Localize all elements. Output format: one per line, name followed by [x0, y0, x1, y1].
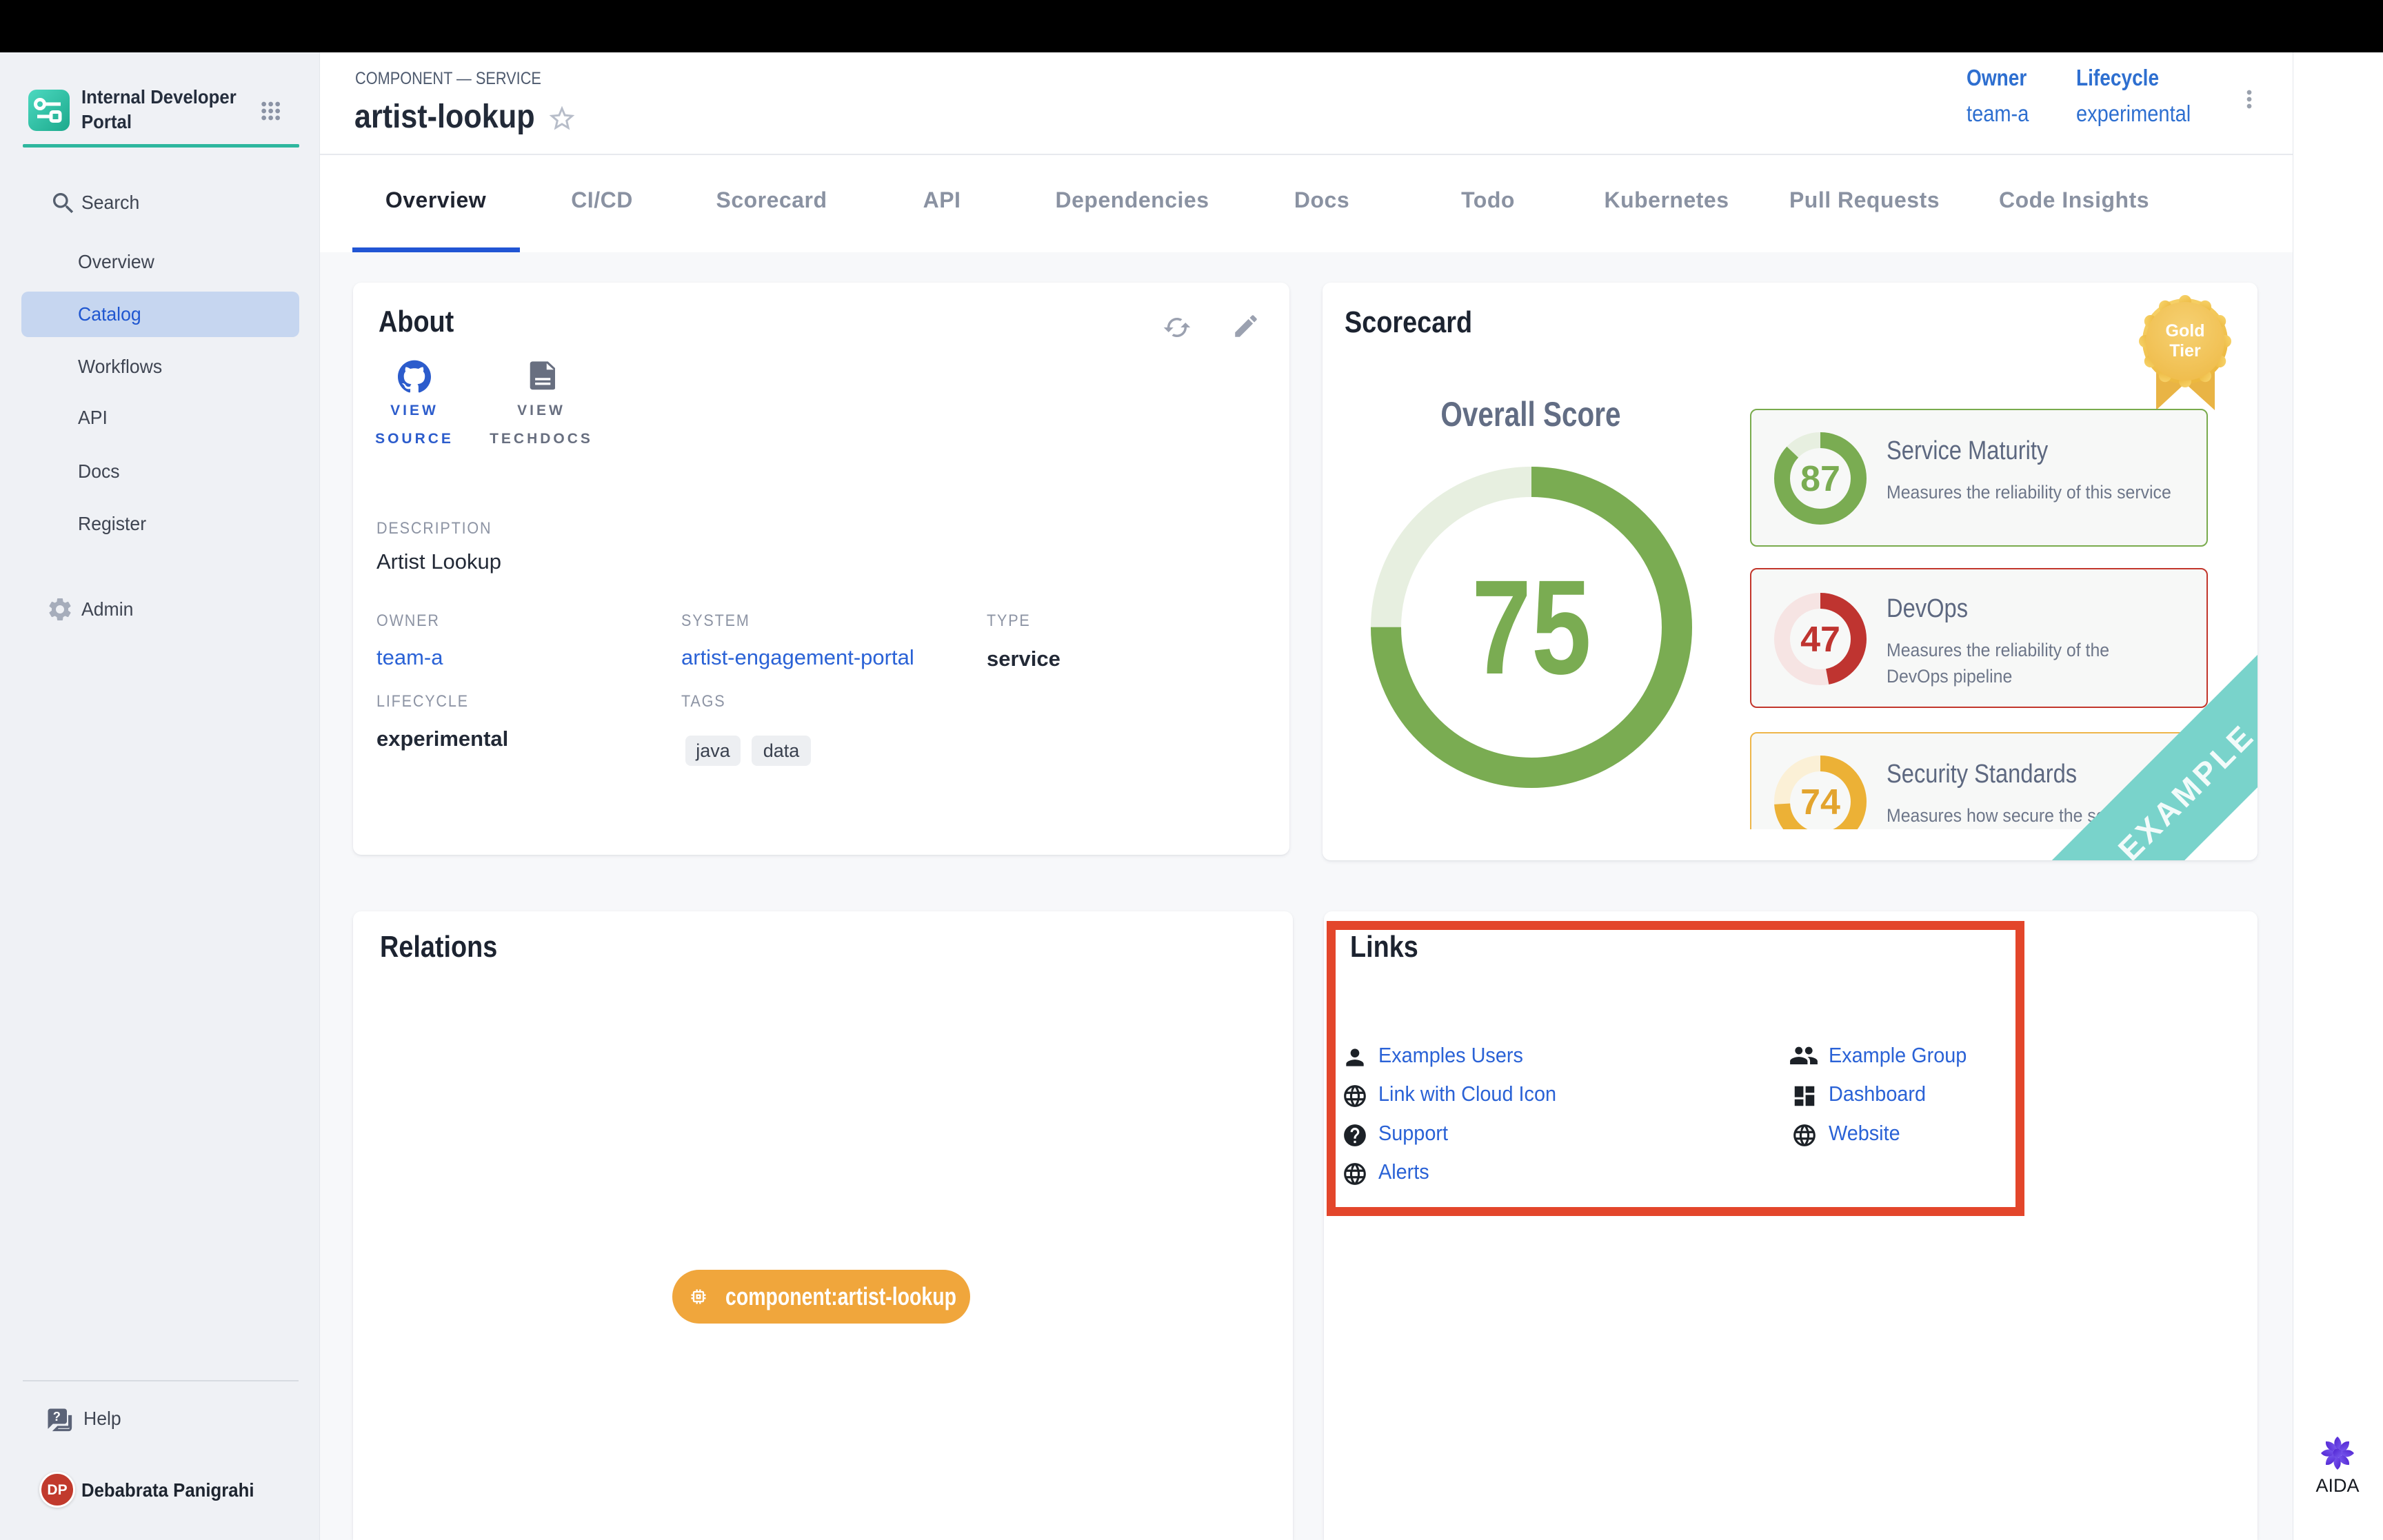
svg-text:Tier: Tier	[2169, 341, 2201, 361]
svg-text:Gold: Gold	[2166, 321, 2205, 341]
svg-text:?: ?	[53, 1409, 61, 1424]
